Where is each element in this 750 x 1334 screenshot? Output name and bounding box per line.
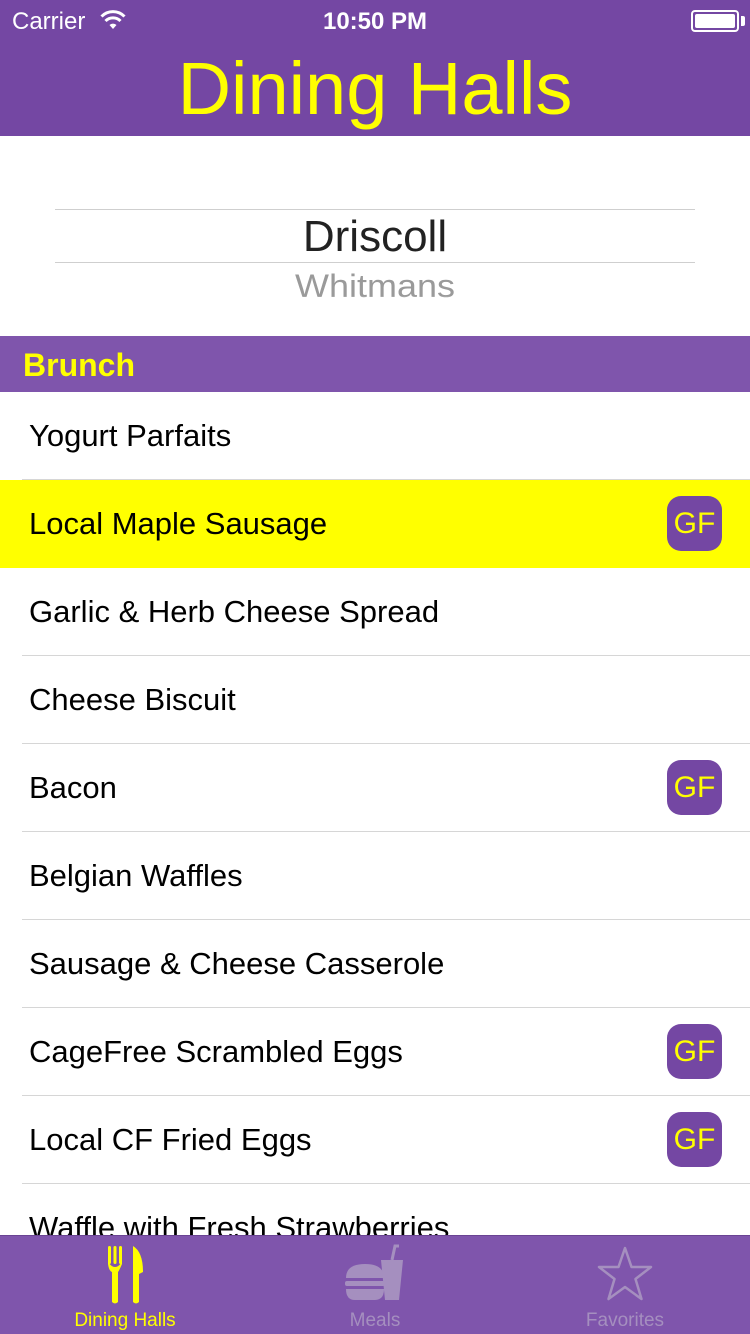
menu-item-row[interactable]: Garlic & Herb Cheese Spread bbox=[0, 568, 750, 656]
picker-selected-option[interactable]: Driscoll bbox=[0, 210, 750, 264]
tab-favorites[interactable]: Favorites bbox=[500, 1236, 750, 1334]
menu-item-row[interactable]: Sausage & Cheese Casserole bbox=[0, 920, 750, 1008]
gluten-free-badge: GF bbox=[667, 1024, 722, 1079]
menu-item-name: Local CF Fried Eggs bbox=[29, 1122, 312, 1157]
menu-item-row[interactable]: Waffle with Fresh Strawberries bbox=[0, 1184, 750, 1235]
fork-knife-icon bbox=[108, 1246, 143, 1304]
tab-bar: Dining Halls Meals Favorites bbox=[0, 1235, 750, 1334]
menu-list[interactable]: Yogurt Parfaits Local Maple Sausage GF Garl… bbox=[0, 392, 750, 1235]
section-header: Brunch bbox=[0, 336, 750, 392]
picker-fade bbox=[0, 296, 750, 336]
menu-item-row[interactable]: Cheese Biscuit bbox=[0, 656, 750, 744]
burger-drink-icon bbox=[345, 1244, 403, 1300]
page-title: Dining Halls bbox=[177, 47, 573, 130]
menu-item-name: CageFree Scrambled Eggs bbox=[29, 1034, 403, 1069]
gluten-free-badge: GF bbox=[667, 496, 722, 551]
menu-item-name: Belgian Waffles bbox=[29, 858, 243, 893]
gluten-free-badge: GF bbox=[667, 1112, 722, 1167]
menu-item-name: Local Maple Sausage bbox=[29, 506, 328, 541]
section-title: Brunch bbox=[23, 347, 135, 383]
menu-item-row[interactable]: CageFree Scrambled Eggs GF bbox=[0, 1008, 750, 1096]
menu-item-name: Yogurt Parfaits bbox=[29, 418, 232, 453]
battery-icon bbox=[691, 10, 739, 32]
menu-item-row[interactable]: Belgian Waffles bbox=[0, 832, 750, 920]
menu-item-row[interactable]: Yogurt Parfaits bbox=[0, 392, 750, 480]
menu-item-name: Cheese Biscuit bbox=[29, 682, 236, 717]
navigation-header: Carrier 10:50 PM Dining Halls bbox=[0, 0, 750, 136]
menu-item-row[interactable]: Local Maple Sausage GF bbox=[0, 480, 750, 568]
menu-item-name: Bacon bbox=[29, 770, 117, 805]
status-time: 10:50 PM bbox=[322, 8, 428, 35]
status-bar: Carrier 10:50 PM bbox=[0, 0, 750, 40]
tab-label-favorites: Favorites bbox=[585, 1310, 665, 1331]
menu-item-name: Waffle with Fresh Strawberries bbox=[29, 1210, 450, 1235]
tab-meals[interactable]: Meals bbox=[250, 1236, 500, 1334]
tab-label-meals: Meals bbox=[349, 1310, 401, 1331]
star-icon bbox=[597, 1246, 653, 1301]
gluten-free-badge: GF bbox=[667, 760, 722, 815]
battery-tip bbox=[741, 16, 745, 26]
menu-item-row[interactable]: Bacon GF bbox=[0, 744, 750, 832]
menu-item-name: Sausage & Cheese Casserole bbox=[29, 946, 445, 981]
menu-item-name: Garlic & Herb Cheese Spread bbox=[29, 594, 440, 629]
menu-item-row[interactable]: Local CF Fried Eggs GF bbox=[0, 1096, 750, 1184]
tab-label-dining-halls: Dining Halls bbox=[74, 1310, 176, 1331]
dining-hall-picker[interactable]: Driscoll Whitmans bbox=[0, 136, 750, 336]
tab-dining-halls[interactable]: Dining Halls bbox=[0, 1236, 250, 1334]
